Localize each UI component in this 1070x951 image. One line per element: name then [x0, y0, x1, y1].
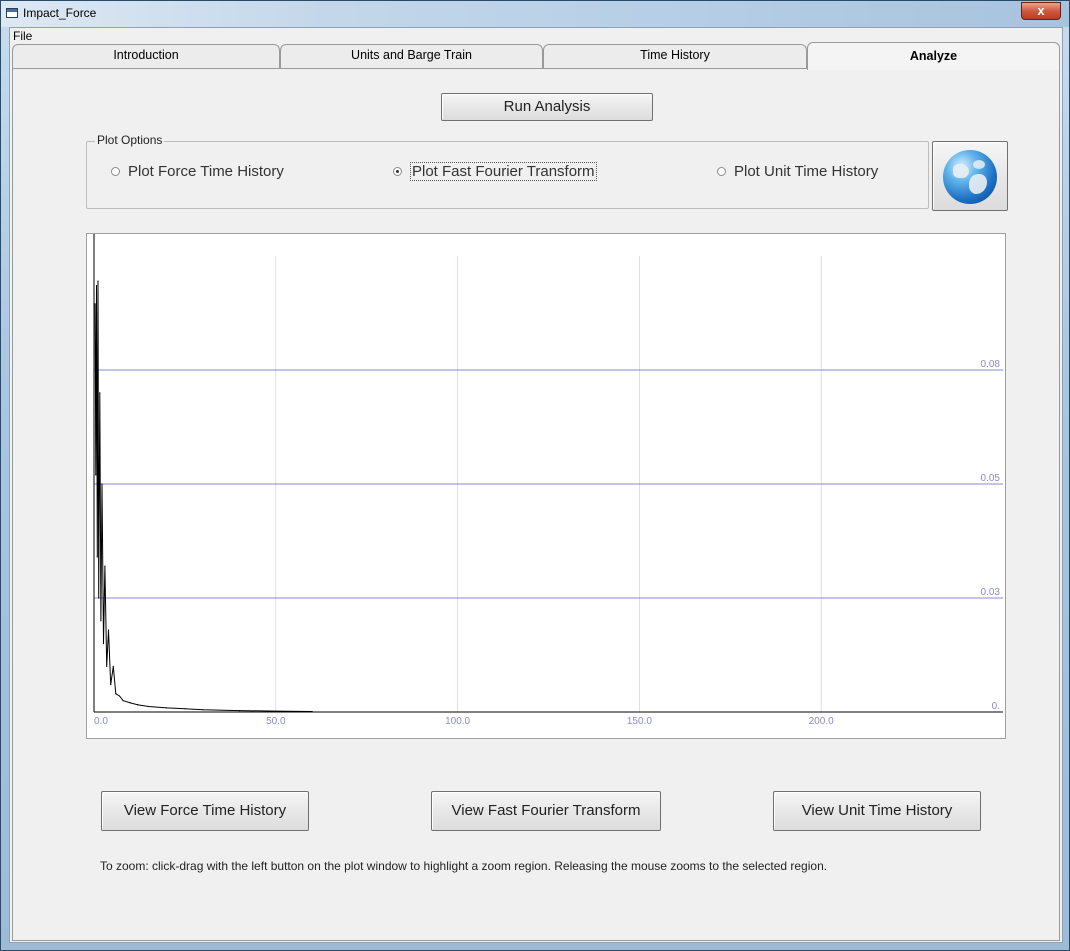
- fft-data-point: [238, 710, 241, 712]
- view-unit-time-history-button[interactable]: View Unit Time History: [773, 791, 981, 831]
- fft-data-point: [97, 280, 99, 282]
- fft-series-line: [94, 281, 313, 712]
- plot-options-group: Plot Options Plot Force Time History Plo…: [86, 133, 929, 209]
- globe-button[interactable]: [932, 141, 1008, 211]
- tab-label: Time History: [640, 48, 710, 62]
- fft-data-point: [95, 474, 97, 476]
- y-tick-label: 0.08: [981, 359, 1001, 370]
- plot-window[interactable]: 0.0 50.0 100.0 150.0 200.0 0. 0.03 0.05 0.08: [86, 233, 1006, 739]
- tab-analyze[interactable]: Analyze: [807, 42, 1060, 70]
- fft-data-point: [122, 700, 124, 702]
- radio-plot-force-time-history[interactable]: Plot Force Time History: [111, 163, 284, 180]
- radio-button-icon: [717, 166, 726, 176]
- fft-data-point: [184, 708, 186, 710]
- fft-data-point: [166, 707, 168, 709]
- fft-data-point: [95, 285, 98, 287]
- fft-data-point: [202, 709, 204, 711]
- x-tick-label: 0.0: [94, 716, 108, 727]
- radio-selected-icon: [393, 166, 402, 176]
- app-window-icon: [6, 8, 18, 18]
- radio-label: Plot Unit Time History: [734, 163, 879, 180]
- fft-data-point: [94, 303, 96, 305]
- globe-icon: [943, 150, 997, 204]
- y-tick-label: 0.03: [981, 587, 1001, 598]
- fft-data-point: [98, 597, 100, 599]
- x-tick-label: 50.0: [266, 716, 286, 727]
- close-button[interactable]: x: [1021, 2, 1061, 20]
- zoom-instructions: To zoom: click-drag with the left button…: [100, 859, 828, 873]
- radio-plot-fast-fourier-transform[interactable]: Plot Fast Fourier Transform: [393, 162, 597, 181]
- plot-options-title: Plot Options: [95, 133, 165, 147]
- x-tick-label: 150.0: [627, 716, 652, 727]
- fft-data-point: [96, 556, 98, 558]
- fft-data-point: [102, 643, 105, 645]
- menu-file[interactable]: File: [13, 29, 32, 43]
- view-force-time-history-button[interactable]: View Force Time History: [101, 791, 309, 831]
- tab-label: Introduction: [113, 48, 179, 62]
- fft-data-point: [107, 629, 110, 631]
- fft-data-point: [106, 665, 108, 667]
- fft-data-point: [99, 392, 101, 394]
- tab-time-history[interactable]: Time History: [543, 44, 807, 68]
- radio-button-icon: [111, 166, 120, 176]
- analyze-panel: Run Analysis Plot Options Plot Force Tim…: [12, 68, 1060, 941]
- fft-data-point: [110, 684, 112, 686]
- tab-label: Units and Barge Train: [351, 48, 472, 62]
- fft-data-point: [275, 710, 277, 712]
- fft-data-point: [100, 620, 102, 622]
- x-tick-label: 200.0: [809, 716, 834, 727]
- fft-data-point: [147, 705, 150, 708]
- x-tick-label: 100.0: [445, 716, 470, 727]
- y-tick-label: 0.: [992, 701, 1000, 712]
- fft-data-point: [115, 693, 117, 695]
- fft-data-point: [137, 704, 139, 706]
- client-area: File Introduction Units and Barge Train …: [9, 27, 1063, 943]
- run-analysis-button[interactable]: Run Analysis: [441, 93, 653, 121]
- fft-data-point: [118, 695, 121, 697]
- fft-data-point: [129, 702, 131, 704]
- fft-chart[interactable]: 0.0 50.0 100.0 150.0 200.0 0. 0.03 0.05 0.08: [87, 234, 1005, 738]
- radio-label: Plot Force Time History: [128, 163, 284, 180]
- radio-plot-unit-time-history[interactable]: Plot Unit Time History: [717, 163, 878, 180]
- title-bar[interactable]: Impact_Force x: [1, 1, 1069, 27]
- tab-units-barge-train[interactable]: Units and Barge Train: [280, 44, 543, 68]
- y-tick-label: 0.05: [981, 473, 1001, 484]
- radio-label: Plot Fast Fourier Transform: [410, 162, 597, 181]
- fft-data-point: [104, 565, 106, 567]
- tab-introduction[interactable]: Introduction: [12, 44, 280, 68]
- fft-data-point: [311, 710, 313, 713]
- view-fast-fourier-transform-button[interactable]: View Fast Fourier Transform: [431, 791, 661, 831]
- window-title: Impact_Force: [23, 6, 97, 20]
- main-window: Impact_Force x File Introduction Units a…: [0, 0, 1070, 951]
- fft-data-point: [101, 483, 103, 485]
- fft-data-point: [112, 665, 114, 667]
- tab-label: Analyze: [909, 49, 958, 63]
